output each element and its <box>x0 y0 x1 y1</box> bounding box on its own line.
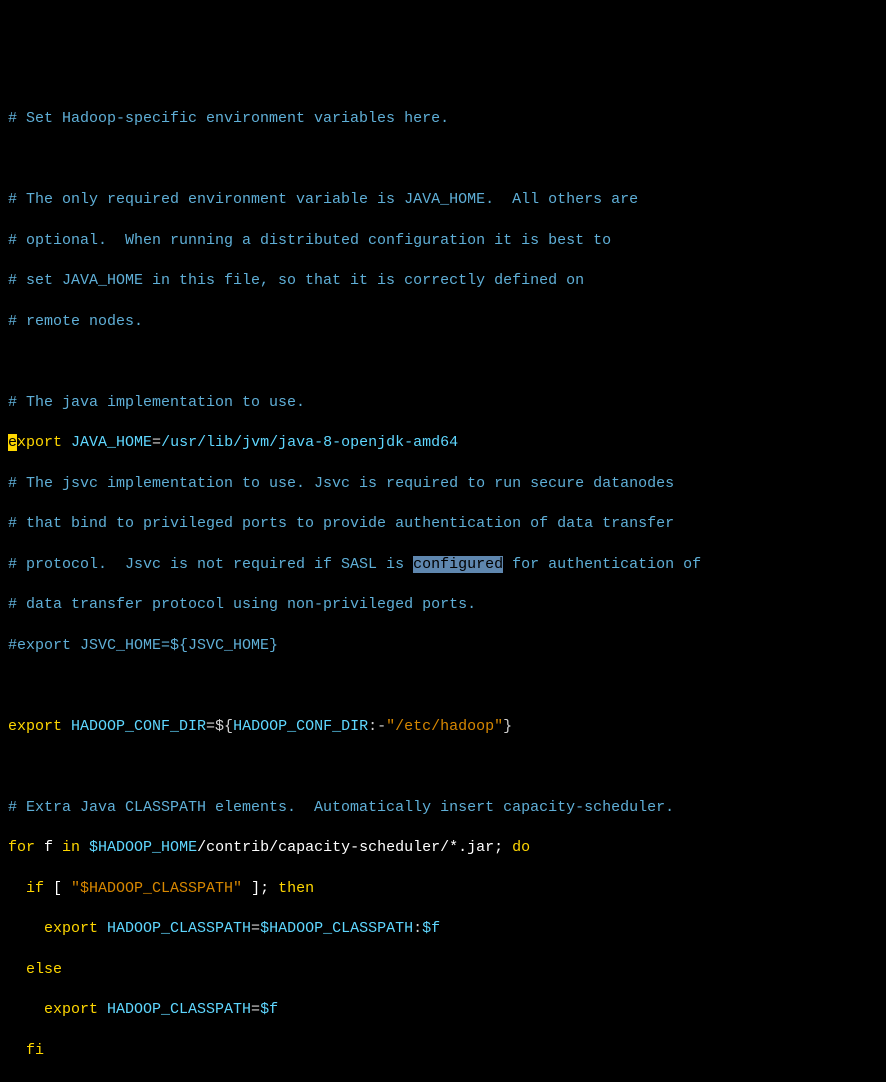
comment-text: # data transfer protocol using non-privi… <box>8 596 476 613</box>
code-line: # Set Hadoop-specific environment variab… <box>8 109 878 129</box>
comment-text: # The jsvc implementation to use. Jsvc i… <box>8 475 674 492</box>
code-line: done <box>8 1081 878 1082</box>
comment-text: # optional. When running a distributed c… <box>8 232 611 249</box>
bracket: [ <box>44 880 62 897</box>
keyword-export: xport <box>17 434 62 451</box>
code-line: # data transfer protocol using non-privi… <box>8 595 878 615</box>
comment-text: # protocol. Jsvc is not required if SASL… <box>8 556 413 573</box>
colon: : <box>413 920 422 937</box>
keyword-then: then <box>269 880 314 897</box>
code-line: # that bind to privileged ports to provi… <box>8 514 878 534</box>
code-line: # remote nodes. <box>8 312 878 332</box>
blank-line <box>8 676 878 696</box>
comment-text: # set JAVA_HOME in this file, so that it… <box>8 272 584 289</box>
equals: = <box>152 434 161 451</box>
blank-line <box>8 352 878 372</box>
code-line: # optional. When running a distributed c… <box>8 231 878 251</box>
code-line: export HADOOP_CLASSPATH=$f <box>8 1000 878 1020</box>
code-line: export HADOOP_CONF_DIR=${HADOOP_CONF_DIR… <box>8 717 878 737</box>
comment-text: #export JSVC_HOME=${JSVC_HOME} <box>8 637 278 654</box>
variable: JAVA_HOME <box>62 434 152 451</box>
equals: = <box>251 920 260 937</box>
code-line: #export JSVC_HOME=${JSVC_HOME} <box>8 636 878 656</box>
code-line: # The only required environment variable… <box>8 190 878 210</box>
blank-line <box>8 150 878 170</box>
variable: $f <box>422 920 440 937</box>
bracket: ]; <box>242 880 269 897</box>
syntax: :- <box>368 718 386 735</box>
string-literal: "/etc/hadoop" <box>386 718 503 735</box>
variable: $f <box>260 1001 278 1018</box>
comment-text: # The java implementation to use. <box>8 394 305 411</box>
comment-text: # that bind to privileged ports to provi… <box>8 515 674 532</box>
terminal-editor[interactable]: # Set Hadoop-specific environment variab… <box>8 89 878 1082</box>
code-line: fi <box>8 1041 878 1061</box>
keyword-else: else <box>8 961 62 978</box>
keyword-export: export <box>8 920 98 937</box>
keyword-do: do <box>512 839 530 856</box>
cursor: e <box>8 434 17 451</box>
keyword-for: for <box>8 839 35 856</box>
path-value: /usr/lib/jvm/java-8-openjdk-amd64 <box>161 434 458 451</box>
code-line: if [ "$HADOOP_CLASSPATH" ]; then <box>8 879 878 899</box>
comment-text: for authentication of <box>503 556 701 573</box>
code-line: # protocol. Jsvc is not required if SASL… <box>8 555 878 575</box>
path-glob: /contrib/capacity-scheduler/*.jar; <box>197 839 512 856</box>
variable: $HADOOP_CLASSPATH <box>260 920 413 937</box>
blank-line <box>8 757 878 777</box>
syntax: =${ <box>206 718 233 735</box>
code-line: export JAVA_HOME=/usr/lib/jvm/java-8-ope… <box>8 433 878 453</box>
comment-text: # The only required environment variable… <box>8 191 638 208</box>
code-line: # set JAVA_HOME in this file, so that it… <box>8 271 878 291</box>
code-line: # Extra Java CLASSPATH elements. Automat… <box>8 798 878 818</box>
variable: $HADOOP_HOME <box>80 839 197 856</box>
comment-text: # Set Hadoop-specific environment variab… <box>8 110 449 127</box>
loop-var: f <box>35 839 62 856</box>
keyword-fi: fi <box>8 1042 44 1059</box>
search-highlight: configured <box>413 556 503 573</box>
keyword-if: if <box>8 880 44 897</box>
code-line: for f in $HADOOP_HOME/contrib/capacity-s… <box>8 838 878 858</box>
string-literal: "$HADOOP_CLASSPATH" <box>62 880 242 897</box>
variable: HADOOP_CONF_DIR <box>62 718 206 735</box>
keyword-export: export <box>8 1001 98 1018</box>
code-line: export HADOOP_CLASSPATH=$HADOOP_CLASSPAT… <box>8 919 878 939</box>
comment-text: # remote nodes. <box>8 313 143 330</box>
code-line: # The jsvc implementation to use. Jsvc i… <box>8 474 878 494</box>
code-line: else <box>8 960 878 980</box>
comment-text: # Extra Java CLASSPATH elements. Automat… <box>8 799 674 816</box>
syntax: } <box>503 718 512 735</box>
variable: HADOOP_CLASSPATH <box>98 1001 251 1018</box>
code-line: # The java implementation to use. <box>8 393 878 413</box>
variable: HADOOP_CLASSPATH <box>98 920 251 937</box>
variable: HADOOP_CONF_DIR <box>233 718 368 735</box>
keyword-export: export <box>8 718 62 735</box>
equals: = <box>251 1001 260 1018</box>
keyword-in: in <box>62 839 80 856</box>
